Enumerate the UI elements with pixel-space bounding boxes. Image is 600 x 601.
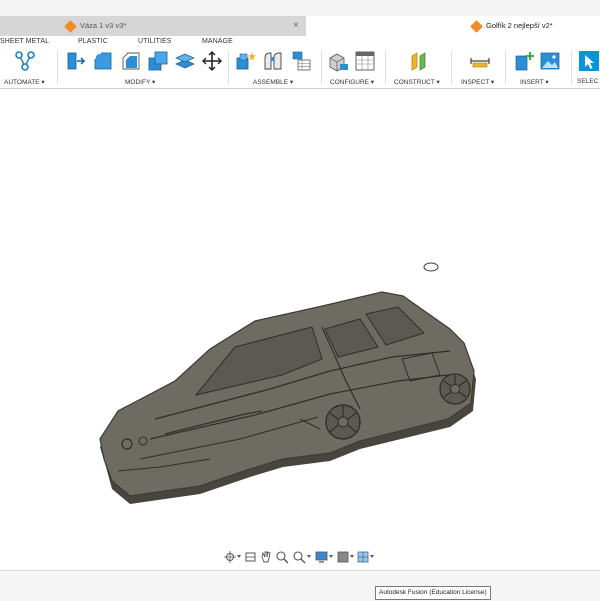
group-assemble[interactable]: ASSEMBLE ▾	[253, 78, 293, 86]
design-file-icon	[64, 20, 77, 33]
separator	[57, 50, 58, 84]
grid-icon[interactable]	[357, 551, 374, 563]
select-icon[interactable]	[578, 50, 600, 72]
zoom-icon[interactable]	[276, 551, 289, 564]
press-pull-icon[interactable]	[64, 50, 86, 72]
license-tooltip: Autodesk Fusion (Education License)	[375, 586, 491, 600]
design-viewport[interactable]	[0, 89, 600, 569]
group-construct[interactable]: CONSTRUCT ▾	[394, 78, 440, 86]
joint-icon[interactable]	[262, 50, 284, 72]
orbit-icon[interactable]	[224, 551, 241, 563]
new-component-icon[interactable]	[235, 50, 257, 72]
tab-manage[interactable]: MANAGE	[202, 38, 233, 45]
status-bar	[0, 570, 600, 601]
tab-title: Golfík 2 nejlepší v2*	[486, 21, 553, 30]
design-file-icon	[470, 20, 483, 33]
window-top-strip	[0, 0, 600, 17]
shell-icon[interactable]	[147, 50, 169, 72]
tab-plastic[interactable]: PLASTIC	[78, 38, 108, 45]
document-tab-vaza[interactable]: Váza 1 v3 v3* ×	[0, 16, 306, 36]
insert-derive-icon[interactable]	[513, 50, 535, 72]
configuration-table-icon[interactable]	[354, 50, 376, 72]
separator	[505, 50, 506, 84]
car-keychain-model[interactable]	[99, 262, 476, 504]
ribbon-toolbar: SHEET METAL PLASTIC UTILITIES MANAGE AUT…	[0, 36, 600, 89]
separator	[451, 50, 452, 84]
tab-sheet-metal[interactable]: SHEET METAL	[0, 38, 49, 45]
configure-icon[interactable]	[327, 50, 349, 72]
navigation-toolbar	[224, 551, 374, 564]
separator	[385, 50, 386, 84]
group-inspect[interactable]: INSPECT ▾	[461, 78, 494, 86]
fillet-icon[interactable]	[92, 50, 114, 72]
group-automate[interactable]: AUTOMATE ▾	[4, 78, 45, 86]
group-modify[interactable]: MODIFY ▾	[125, 78, 155, 86]
display-settings-icon[interactable]	[315, 551, 333, 563]
separator	[228, 50, 229, 84]
group-select[interactable]: SELEC	[577, 78, 598, 85]
group-configure[interactable]: CONFIGURE ▾	[330, 78, 374, 86]
tab-utilities[interactable]: UTILITIES	[138, 38, 172, 45]
combine-icon[interactable]	[174, 50, 196, 72]
fit-icon[interactable]	[293, 551, 311, 564]
visual-style-icon[interactable]	[337, 551, 354, 563]
bill-of-materials-icon[interactable]	[290, 50, 312, 72]
look-at-icon[interactable]	[245, 552, 256, 562]
separator	[571, 50, 572, 84]
group-insert[interactable]: INSERT ▾	[520, 78, 549, 86]
close-tab-icon[interactable]: ×	[293, 16, 299, 36]
document-tab-golfik[interactable]: Golfík 2 nejlepší v2*	[306, 16, 600, 36]
chamfer-icon[interactable]	[120, 50, 142, 72]
pan-icon[interactable]	[261, 551, 271, 563]
automate-icon[interactable]	[14, 50, 36, 72]
move-copy-icon[interactable]	[201, 50, 223, 72]
document-tab-bar: Váza 1 v3 v3* × Golfík 2 nejlepší v2*	[0, 16, 600, 36]
measure-icon[interactable]	[469, 50, 491, 72]
tab-title: Váza 1 v3 v3*	[80, 21, 127, 30]
insert-canvas-icon[interactable]	[539, 50, 561, 72]
offset-plane-icon[interactable]	[408, 50, 430, 72]
separator	[321, 50, 322, 84]
